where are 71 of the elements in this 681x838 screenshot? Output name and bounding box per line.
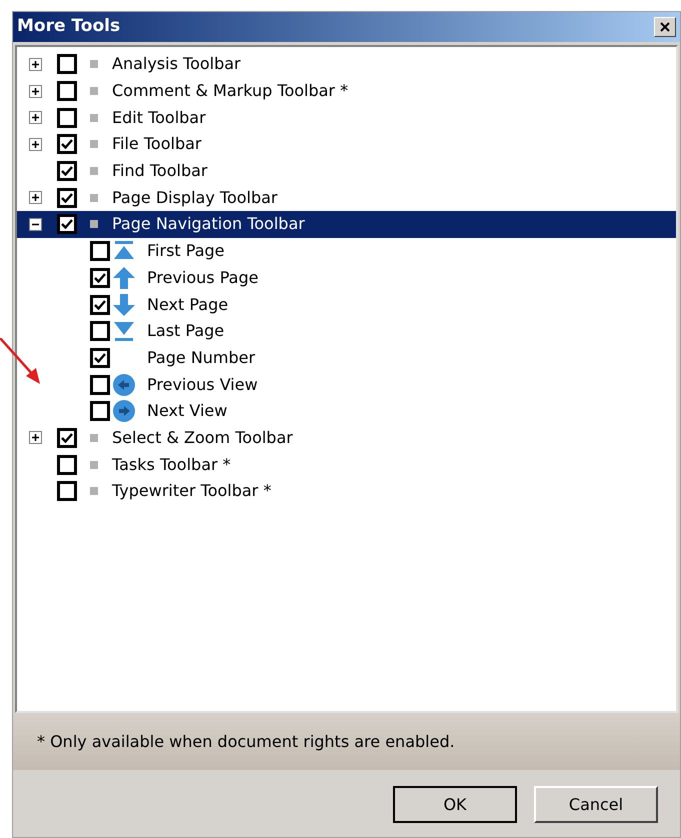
tree-item-label[interactable]: Tasks Toolbar * bbox=[112, 452, 231, 477]
toolbar-icon bbox=[90, 60, 98, 68]
tree-item-label[interactable]: Next Page bbox=[147, 292, 228, 317]
checkbox[interactable] bbox=[90, 294, 110, 315]
page-bottom-icon bbox=[112, 319, 136, 344]
tree-item-label[interactable]: Page Number bbox=[147, 346, 256, 370]
expand-icon[interactable] bbox=[29, 111, 42, 124]
checkmark-icon bbox=[94, 300, 106, 310]
checkbox[interactable] bbox=[90, 241, 110, 262]
toolbar-icon bbox=[90, 87, 98, 96]
checkmark-icon bbox=[61, 192, 73, 203]
checkmark-icon bbox=[61, 432, 73, 443]
window-title: More Tools bbox=[17, 15, 120, 38]
toolbar-icon bbox=[90, 434, 98, 442]
tree-item-label[interactable]: Page Display Toolbar bbox=[112, 186, 278, 210]
dialog-button[interactable]: Cancel bbox=[534, 786, 658, 823]
tree-item-label[interactable]: Previous View bbox=[147, 372, 258, 397]
forward-circle-icon bbox=[112, 399, 136, 424]
checkbox[interactable] bbox=[57, 454, 77, 475]
footnote-text: * Only available when document rights are enabled. bbox=[37, 730, 455, 752]
checkbox[interactable] bbox=[90, 321, 110, 342]
checkbox[interactable] bbox=[90, 348, 110, 368]
back-circle-icon bbox=[112, 372, 136, 397]
tree-item-label[interactable]: Analysis Toolbar bbox=[112, 52, 241, 76]
checkmark-icon bbox=[61, 219, 73, 230]
checkbox[interactable] bbox=[57, 81, 77, 102]
close-icon bbox=[660, 22, 670, 32]
tree-item-label[interactable]: Previous Page bbox=[147, 266, 258, 290]
collapse-icon[interactable] bbox=[29, 218, 42, 231]
expand-icon[interactable] bbox=[29, 84, 42, 98]
tree-item-label[interactable]: Next View bbox=[147, 399, 228, 424]
toolbar-icon bbox=[90, 194, 98, 202]
tree-item-label[interactable]: Last Page bbox=[147, 319, 224, 344]
checkbox[interactable] bbox=[57, 161, 77, 182]
tree-item-label[interactable]: Find Toolbar bbox=[112, 159, 208, 184]
expand-icon[interactable] bbox=[29, 138, 42, 151]
checkbox[interactable] bbox=[57, 214, 77, 234]
checkbox[interactable] bbox=[57, 188, 77, 208]
checkbox[interactable] bbox=[57, 428, 77, 448]
tree-item-label[interactable]: First Page bbox=[147, 239, 224, 264]
checkmark-icon bbox=[61, 166, 73, 176]
expand-icon[interactable] bbox=[29, 58, 42, 71]
toolbar-icon bbox=[90, 220, 98, 228]
checkbox[interactable] bbox=[57, 54, 77, 74]
tree-item-label[interactable]: Comment & Markup Toolbar * bbox=[112, 79, 348, 104]
expand-icon[interactable] bbox=[29, 191, 42, 204]
checkbox[interactable] bbox=[90, 268, 110, 288]
checkmark-icon bbox=[94, 272, 106, 283]
up-arrow-icon bbox=[112, 266, 136, 290]
toolbar-icon bbox=[90, 167, 98, 176]
tree-item-label[interactable]: Edit Toolbar bbox=[112, 106, 206, 130]
tree-item-label[interactable]: File Toolbar bbox=[112, 132, 202, 156]
checkmark-icon bbox=[94, 352, 106, 363]
down-arrow-icon bbox=[112, 292, 136, 317]
checkbox[interactable] bbox=[90, 374, 110, 395]
checkbox[interactable] bbox=[90, 401, 110, 422]
tree-item-label[interactable]: Typewriter Toolbar * bbox=[112, 479, 272, 504]
tree-item-label[interactable]: Select & Zoom Toolbar bbox=[112, 426, 293, 450]
checkbox[interactable] bbox=[57, 108, 77, 128]
toolbar-icon bbox=[90, 114, 98, 122]
checkbox[interactable] bbox=[57, 481, 77, 502]
toolbar-icon bbox=[90, 487, 98, 496]
dialog-button[interactable]: OK bbox=[393, 786, 517, 823]
checkmark-icon bbox=[61, 139, 73, 150]
checkbox[interactable] bbox=[57, 134, 77, 154]
close-button[interactable] bbox=[654, 17, 676, 37]
tree-item-label[interactable]: Page Navigation Toolbar bbox=[112, 212, 305, 236]
toolbar-icon bbox=[90, 140, 98, 148]
expand-icon[interactable] bbox=[29, 431, 42, 444]
annotation-arrow bbox=[0, 338, 40, 384]
toolbar-icon bbox=[90, 460, 98, 469]
